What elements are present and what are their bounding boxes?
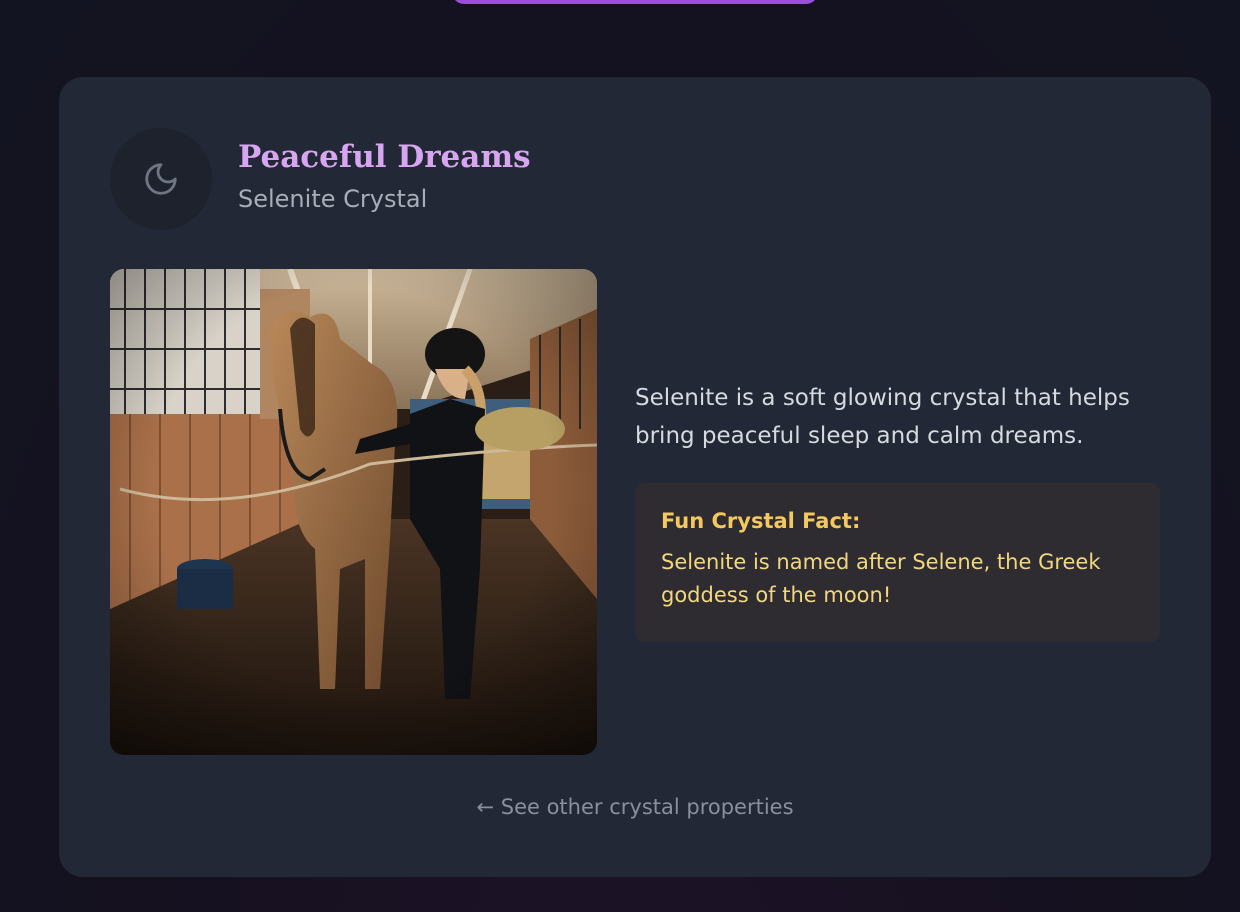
card-subtitle: Selenite Crystal — [238, 185, 428, 213]
fun-fact-box: Fun Crystal Fact: Selenite is named afte… — [635, 483, 1160, 642]
crystal-description: Selenite is a soft glowing crystal that … — [635, 385, 1130, 449]
fun-fact-text: Selenite is named after Selene, the Gree… — [661, 550, 1101, 607]
crystal-photo — [110, 269, 597, 755]
moon-icon — [145, 163, 177, 195]
fun-fact-label: Fun Crystal Fact: — [661, 509, 861, 533]
card-title: Peaceful Dreams — [238, 139, 531, 175]
crystal-card: Peaceful Dreams Selenite Crystal Selenit… — [59, 77, 1211, 877]
accent-pill — [452, 0, 818, 4]
icon-badge — [110, 128, 212, 230]
see-other-properties-link[interactable]: ← See other crystal properties — [59, 795, 1211, 819]
